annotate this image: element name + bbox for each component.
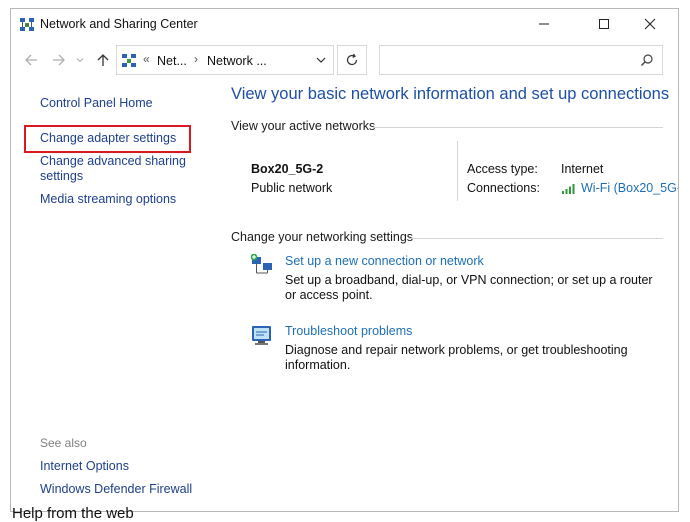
- troubleshoot-problems-description: Diagnose and repair network problems, or…: [285, 343, 628, 372]
- refresh-button[interactable]: [337, 45, 367, 75]
- divider: [373, 127, 663, 128]
- page-title: View your basic network information and …: [231, 85, 670, 103]
- search-input[interactable]: [384, 50, 628, 72]
- network-name: Box20_5G-2: [251, 162, 324, 176]
- see-also-label: See also: [40, 436, 87, 450]
- network-center-icon: [19, 17, 35, 33]
- window-title: Network and Sharing Center: [40, 17, 198, 31]
- wifi-connection-link[interactable]: Wi-Fi (Box20_5G-2): [561, 181, 678, 195]
- up-button[interactable]: [94, 51, 112, 69]
- task-pane: Control Panel Home Change adapter settin…: [11, 79, 211, 511]
- maximize-button[interactable]: [581, 9, 627, 39]
- close-button[interactable]: [627, 9, 673, 39]
- breadcrumb-separator[interactable]: ›: [194, 52, 198, 66]
- help-from-web-link[interactable]: Help from the web: [12, 506, 134, 522]
- breadcrumb-item[interactable]: Net...: [157, 54, 187, 68]
- arrow-left-icon: [25, 54, 37, 66]
- network-center-icon: [121, 53, 137, 69]
- access-type-label: Access type:: [467, 162, 538, 176]
- address-dropdown-button[interactable]: [309, 46, 333, 74]
- new-connection-icon[interactable]: [249, 253, 275, 277]
- troubleshoot-icon[interactable]: [249, 323, 275, 347]
- chevron-down-icon: [316, 57, 326, 63]
- forward-button[interactable]: [50, 51, 68, 69]
- change-adapter-settings-link[interactable]: Change adapter settings: [40, 131, 176, 146]
- navigation-bar: « Net... › Network ...: [11, 43, 678, 77]
- control-panel-home-link[interactable]: Control Panel Home: [40, 96, 153, 111]
- minimize-icon: [539, 23, 549, 25]
- arrow-up-icon: [97, 54, 109, 66]
- connections-label: Connections:: [467, 181, 540, 195]
- search-box[interactable]: [379, 45, 663, 75]
- divider: [409, 238, 663, 239]
- setup-connection-description: Set up a broadband, dial-up, or VPN conn…: [285, 273, 653, 302]
- internet-options-link[interactable]: Internet Options: [40, 459, 129, 474]
- setup-connection-link[interactable]: Set up a new connection or network: [285, 254, 484, 268]
- refresh-icon: [346, 53, 358, 66]
- search-icon[interactable]: [640, 53, 654, 67]
- troubleshoot-problems-link[interactable]: Troubleshoot problems: [285, 324, 412, 338]
- access-type-value: Internet: [561, 162, 604, 176]
- wifi-connection-label[interactable]: Wi-Fi (Box20_5G-2): [581, 181, 678, 195]
- address-bar[interactable]: « Net... › Network ...: [116, 45, 334, 75]
- recent-locations-button[interactable]: [74, 51, 86, 69]
- windows-defender-firewall-link[interactable]: Windows Defender Firewall: [40, 482, 192, 497]
- divider: [457, 141, 458, 201]
- back-button[interactable]: [22, 51, 40, 69]
- breadcrumb-item[interactable]: Network ...: [207, 54, 267, 68]
- network-category[interactable]: Public network: [251, 181, 332, 195]
- breadcrumb-overflow[interactable]: «: [143, 52, 150, 66]
- title-bar: Network and Sharing Center: [11, 9, 678, 41]
- arrow-right-icon: [53, 54, 65, 66]
- maximize-icon: [599, 19, 609, 29]
- chevron-down-icon: [76, 58, 84, 63]
- media-streaming-options-link[interactable]: Media streaming options: [40, 192, 176, 207]
- change-settings-label: Change your networking settings: [231, 230, 414, 244]
- active-networks-label: View your active networks: [231, 119, 376, 133]
- change-advanced-sharing-settings-link[interactable]: Change advanced sharing settings: [40, 154, 190, 184]
- close-icon: [644, 18, 656, 30]
- minimize-button[interactable]: [521, 9, 567, 39]
- network-sharing-center-window: Network and Sharing Center « Net... › Ne…: [10, 8, 679, 512]
- wifi-signal-icon: [562, 184, 575, 194]
- main-content: View your basic network information and …: [231, 79, 678, 511]
